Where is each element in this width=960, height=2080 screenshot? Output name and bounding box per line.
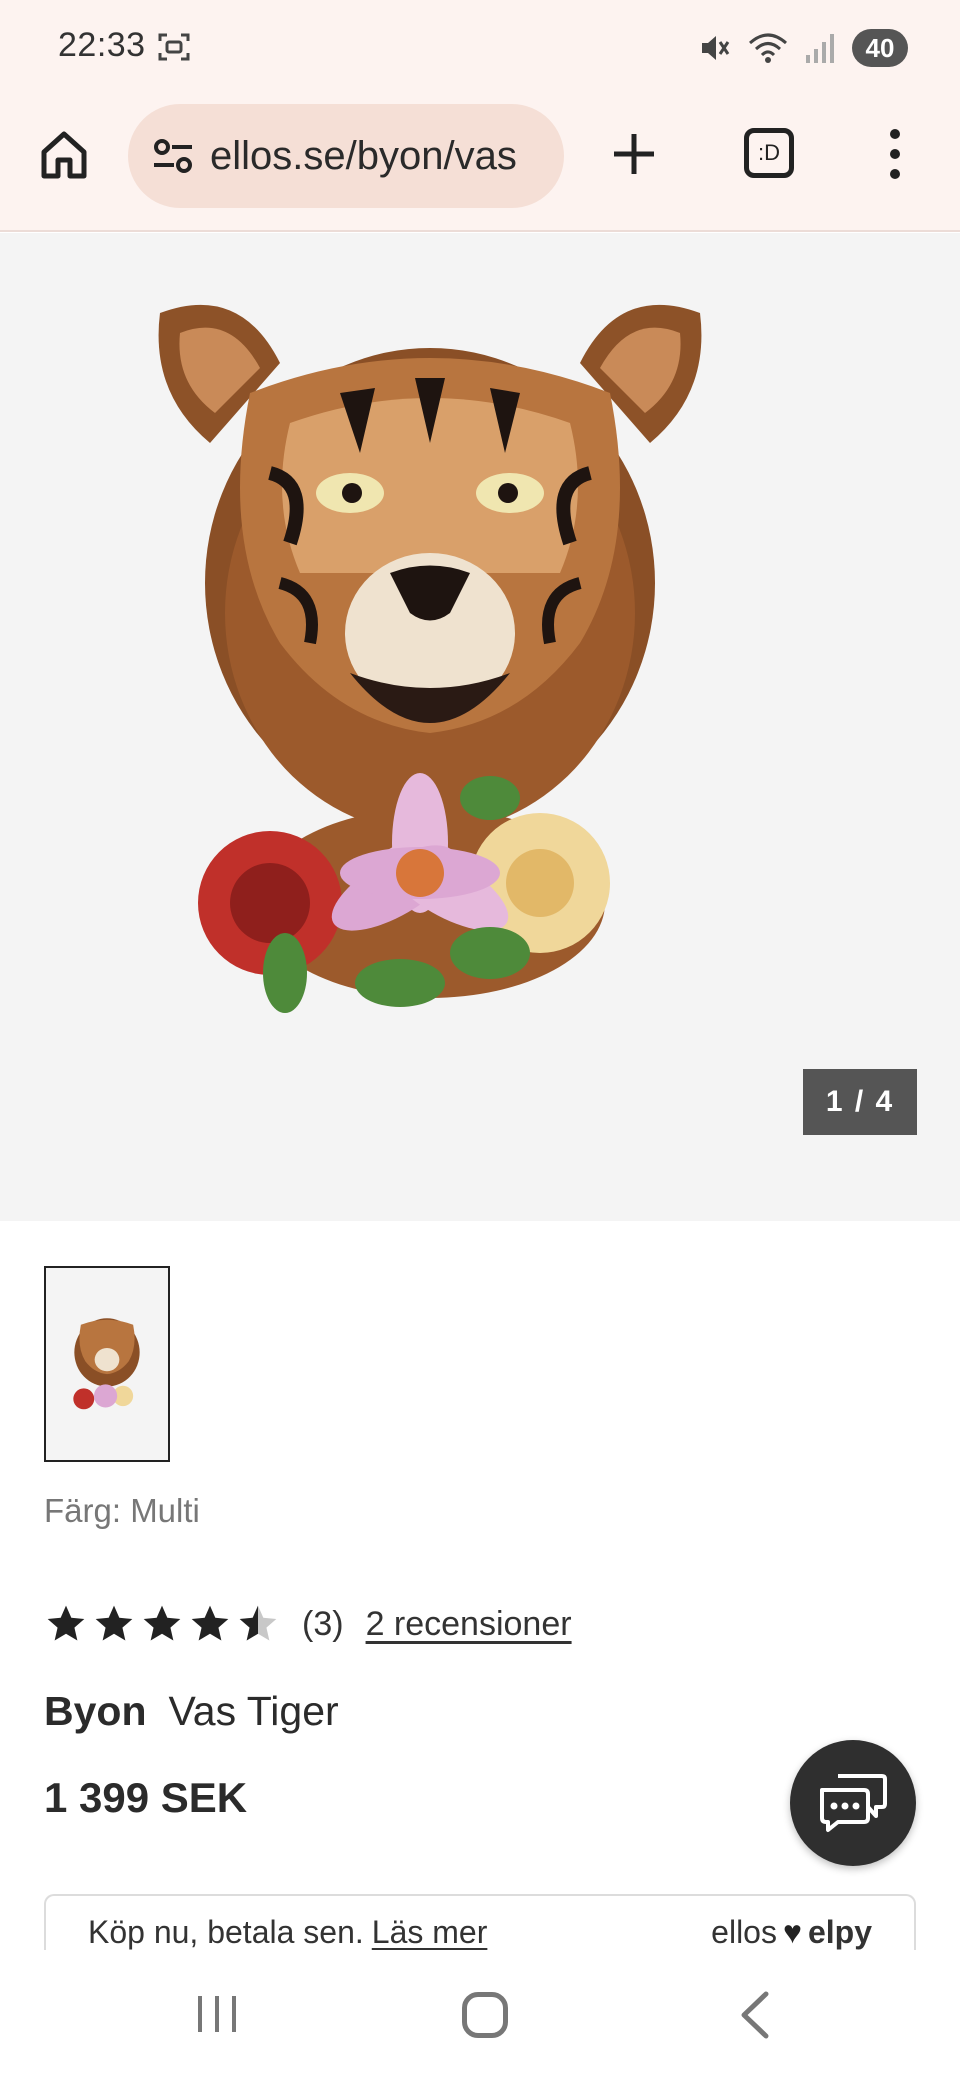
thumbnail-1[interactable] xyxy=(44,1266,170,1462)
status-bar: 22:33 40 xyxy=(0,0,960,96)
recents-icon[interactable] xyxy=(196,1992,238,2036)
ellos-logo-text: ellos xyxy=(711,1914,777,1950)
star-icon xyxy=(191,1605,229,1641)
product-price: 1 399 SEK xyxy=(44,1774,248,1821)
heart-icon: ♥ xyxy=(782,1914,802,1950)
nav-home-icon[interactable] xyxy=(462,1992,508,2038)
chat-button[interactable] xyxy=(790,1740,916,1866)
color-label: Färg: Multi xyxy=(44,1492,200,1529)
home-icon[interactable] xyxy=(36,126,92,182)
plus-icon[interactable] xyxy=(604,124,664,184)
signal-icon xyxy=(806,34,834,63)
thumbnail-image xyxy=(73,1318,140,1410)
battery-level: 40 xyxy=(865,32,895,63)
chat-icon xyxy=(820,1774,887,1832)
read-more-link[interactable]: Läs mer xyxy=(372,1914,488,1950)
brand-name[interactable]: Byon xyxy=(44,1688,147,1735)
product-title: Byon Vas Tiger xyxy=(44,1688,339,1735)
star-icon xyxy=(143,1605,181,1641)
product-image[interactable] xyxy=(120,283,740,1043)
wifi-icon xyxy=(749,33,787,63)
rating-row: (3) 2 recensioner xyxy=(44,1600,572,1648)
tabs-label: :D xyxy=(758,140,780,165)
rating-count: (3) xyxy=(302,1604,344,1643)
image-counter: 1 / 4 xyxy=(803,1069,917,1135)
site-settings-icon[interactable] xyxy=(150,133,196,179)
star-icon xyxy=(47,1605,85,1641)
system-nav-bar xyxy=(0,1950,960,2080)
url-text[interactable]: ellos.se/byon/vas xyxy=(210,134,517,179)
tabs-icon[interactable]: :D xyxy=(744,128,794,178)
elpy-logo-text: elpy xyxy=(807,1914,872,1950)
address-bar[interactable]: ellos.se/byon/vas xyxy=(128,104,564,208)
payment-logo: ellos ♥ elpy xyxy=(711,1914,872,1951)
star-rating xyxy=(44,1602,280,1646)
status-time: 22:33 xyxy=(58,26,146,64)
star-icon xyxy=(95,1605,133,1641)
half-star-icon xyxy=(239,1605,277,1641)
browser-toolbar: ellos.se/byon/vas :D xyxy=(0,96,960,232)
reviews-link[interactable]: 2 recensioner xyxy=(366,1605,572,1644)
product-gallery[interactable]: 1 / 4 xyxy=(0,233,960,1221)
mute-icon xyxy=(702,36,730,60)
payment-message: Köp nu, betala sen. xyxy=(88,1914,364,1950)
more-vert-icon[interactable] xyxy=(880,126,910,182)
payment-text: Köp nu, betala sen. Läs mer xyxy=(88,1914,487,1951)
status-icons: 40 xyxy=(698,28,908,68)
battery-icon: 40 xyxy=(852,29,908,67)
screenshot-icon xyxy=(158,33,190,61)
back-icon[interactable] xyxy=(736,1990,772,2040)
product-name: Vas Tiger xyxy=(168,1688,339,1734)
